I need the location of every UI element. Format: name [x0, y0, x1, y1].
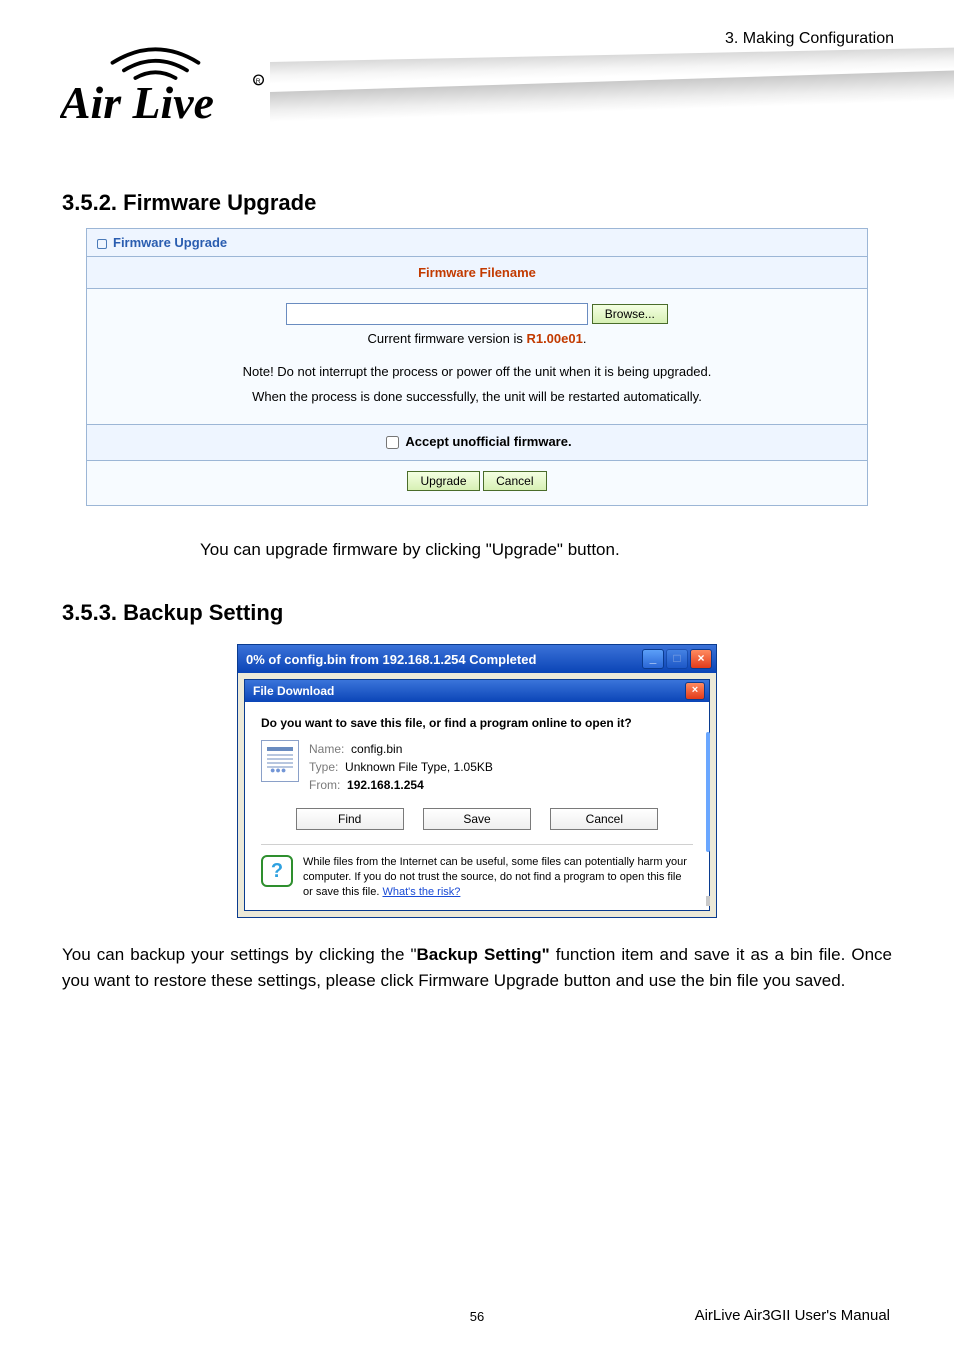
svg-text:Air Live: Air Live [60, 77, 214, 128]
airlive-logo: Air Live R [60, 28, 270, 128]
warning-text: While files from the Internet can be use… [303, 855, 693, 900]
page-header: 3. Making Configuration Air Live R [0, 0, 954, 170]
firmware-note-2: When the process is done successfully, t… [107, 389, 847, 404]
cancel-button[interactable]: Cancel [483, 471, 546, 491]
progress-window-title: 0% of config.bin from 192.168.1.254 Comp… [246, 652, 642, 667]
firmware-version-value: R1.00e01 [526, 331, 582, 346]
dialog-cancel-button[interactable]: Cancel [550, 808, 658, 830]
find-button[interactable]: Find [296, 808, 404, 830]
backup-paragraph-a: You can backup your settings by clicking… [62, 945, 417, 964]
firmware-version-suffix: . [583, 331, 587, 346]
scrollbar-sliver [706, 896, 710, 906]
file-download-question: Do you want to save this file, or find a… [261, 716, 693, 730]
progress-window: 0% of config.bin from 192.168.1.254 Comp… [237, 644, 717, 918]
dialog-close-button[interactable]: × [685, 682, 705, 700]
firmware-file-input[interactable] [286, 303, 588, 325]
backup-paragraph-bold: Backup Setting" [417, 945, 550, 964]
scrollbar-sliver [706, 732, 710, 852]
type-key: Type: [309, 760, 338, 774]
browse-button[interactable]: Browse... [592, 304, 668, 324]
backup-paragraph: You can backup your settings by clicking… [62, 942, 892, 995]
warning-text-body: While files from the Internet can be use… [303, 856, 687, 898]
save-button[interactable]: Save [423, 808, 531, 830]
heading-firmware-upgrade: 3.5.2. Firmware Upgrade [62, 190, 954, 216]
type-value: Unknown File Type, 1.05KB [345, 760, 493, 774]
file-type-icon: ●●● [261, 740, 299, 782]
firmware-version-row: Current firmware version is R1.00e01. [107, 331, 847, 346]
minimize-button[interactable]: _ [642, 649, 664, 669]
svg-text:R: R [256, 78, 261, 85]
firmware-upgrade-panel: Firmware Upgrade Firmware Filename Brows… [86, 228, 868, 506]
firmware-version-prefix: Current firmware version is [368, 331, 527, 346]
from-value: 192.168.1.254 [347, 778, 424, 792]
help-shield-icon [261, 855, 293, 887]
firmware-paragraph: You can upgrade firmware by clicking "Up… [200, 540, 874, 560]
firmware-note-1: Note! Do not interrupt the process or po… [107, 364, 847, 379]
name-key: Name: [309, 742, 344, 756]
bullet-icon [97, 239, 107, 249]
name-value: config.bin [351, 742, 402, 756]
file-download-title: File Download [253, 684, 334, 698]
firmware-filename-heading: Firmware Filename [87, 257, 867, 289]
section-path: 3. Making Configuration [725, 30, 894, 48]
upgrade-button[interactable]: Upgrade [407, 471, 479, 491]
page-footer: 56 AirLive Air3GII User's Manual [0, 1307, 954, 1324]
heading-backup-setting: 3.5.3. Backup Setting [62, 600, 954, 626]
maximize-button: □ [666, 649, 688, 669]
accept-unofficial-label: Accept unofficial firmware. [405, 434, 571, 449]
accept-unofficial-checkbox[interactable] [386, 436, 399, 449]
from-key: From: [309, 778, 340, 792]
close-button[interactable]: × [690, 649, 712, 669]
manual-title: AirLive Air3GII User's Manual [695, 1307, 890, 1324]
file-download-dialog: File Download × Do you want to save this… [244, 679, 710, 911]
firmware-panel-title-text: Firmware Upgrade [113, 235, 227, 250]
firmware-panel-title: Firmware Upgrade [87, 229, 867, 257]
page-number: 56 [470, 1309, 484, 1324]
whats-the-risk-link[interactable]: What's the risk? [382, 886, 460, 898]
file-meta: Name: config.bin Type: Unknown File Type… [309, 740, 493, 794]
